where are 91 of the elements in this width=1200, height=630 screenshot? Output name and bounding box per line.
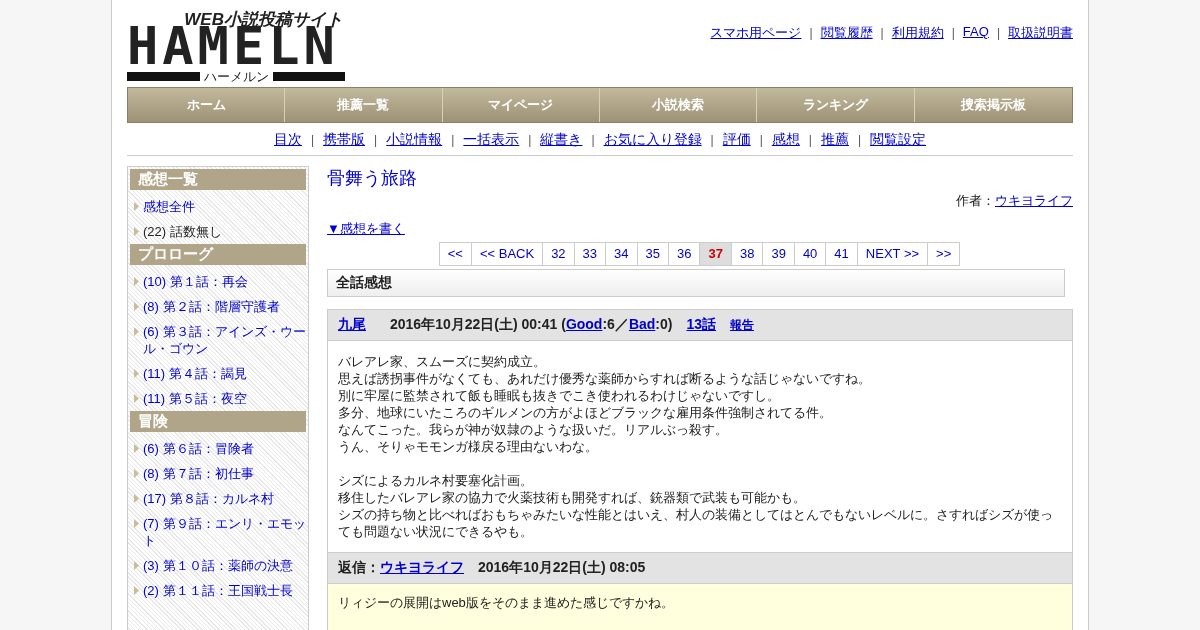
sidebar-link[interactable]: (8) 第２話：階層守護者 [143, 298, 280, 315]
sub-nav-link[interactable]: 目次 [273, 131, 302, 149]
link-separator: | [528, 133, 532, 147]
page-link[interactable]: 36 [668, 242, 701, 266]
link-separator: | [451, 133, 455, 147]
vote-link[interactable]: Good [565, 316, 603, 332]
header-link[interactable]: FAQ [962, 24, 989, 42]
commenter-link[interactable]: 九尾 [338, 316, 366, 334]
sidebar-link[interactable]: (17) 第８話：カルネ村 [143, 490, 274, 507]
author-link[interactable]: ウキヨライフ [995, 192, 1073, 210]
write-review-link[interactable]: ▼感想を書く [327, 221, 405, 236]
sidebar-link[interactable]: (6) 第６話：冒険者 [143, 440, 254, 457]
comment-meta: 2016年10月22日(土) 00:41 (Good:6／Bad:0) [390, 316, 673, 334]
triangle-bullet-icon [134, 444, 139, 453]
page-link[interactable]: 32 [542, 242, 575, 266]
sidebar-link[interactable]: (7) 第９話：エンリ・エモット [143, 515, 306, 549]
sub-nav-link[interactable]: 小説情報 [386, 131, 443, 149]
triangle-bullet-icon [134, 586, 139, 595]
link-separator: | [857, 133, 862, 147]
triangle-bullet-icon [134, 327, 139, 336]
triangle-bullet-icon [134, 302, 139, 311]
comment-line: 移住したバレアレ家の協力で火薬技術も開発すれば、銃器類で武装も可能かも。 [338, 489, 807, 506]
reply-label: 返信： [338, 559, 380, 577]
sub-nav-link[interactable]: 評価 [722, 131, 751, 149]
link-separator: | [374, 133, 378, 147]
sidebar-link[interactable]: (11) 第４話：謁見 [143, 365, 247, 382]
comment-line: バレアレ家、スムーズに契約成立。 [338, 353, 547, 370]
triangle-bullet-icon [134, 394, 139, 403]
page-link[interactable]: 37 [699, 242, 732, 266]
sub-nav-link[interactable]: 推薦 [820, 131, 849, 149]
comment-line: うん、そりゃモモンガ様戻る理由ないわな。 [338, 438, 599, 455]
header-link[interactable]: 取扱説明書 [1008, 24, 1073, 42]
reply-author-link[interactable]: ウキヨライフ [380, 559, 464, 577]
link-separator: | [996, 26, 1000, 40]
sidebar-link[interactable]: (6) 第３話：アインズ・ウール・ゴウン [143, 323, 306, 357]
triangle-bullet-icon [134, 369, 139, 378]
sidebar-link[interactable]: (3) 第１０話：薬師の決意 [143, 557, 293, 574]
link-separator: | [310, 133, 315, 147]
sidebar-link[interactable]: (10) 第１話：再会 [143, 273, 248, 290]
link-separator: | [710, 133, 714, 147]
link-separator: | [880, 26, 884, 40]
triangle-bullet-icon [134, 519, 139, 528]
sidebar-heading: 感想一覧 [130, 169, 306, 190]
sidebar-link[interactable]: (8) 第７話：初仕事 [143, 465, 254, 482]
header-link[interactable]: 利用規約 [891, 24, 944, 42]
sidebar-link[interactable]: (2) 第１１話：王国戦士長 [143, 582, 293, 599]
triangle-bullet-icon [134, 494, 139, 503]
page-link[interactable]: 39 [762, 242, 795, 266]
page-link[interactable]: 41 [825, 242, 858, 266]
report-link[interactable]: 報告 [730, 316, 755, 334]
link-separator: | [951, 26, 955, 40]
page-link[interactable]: 34 [605, 242, 638, 266]
sidebar-heading: 冒険 [130, 411, 306, 432]
vote-link[interactable]: Bad [628, 316, 656, 332]
page-link[interactable]: NEXT >> [856, 242, 929, 266]
header-link[interactable]: スマホ用ページ [710, 24, 802, 42]
author-label: 作者： [956, 192, 995, 210]
reply-text: リィジーの展開はweb版をそのまま進めた感じですかね。 [338, 595, 674, 610]
section-title: 全話感想 [327, 269, 1065, 297]
sub-nav-link[interactable]: 縦書き [540, 131, 583, 149]
novel-title[interactable]: 骨舞う旅路 [327, 166, 417, 190]
sub-nav-link[interactable]: 一括表示 [463, 131, 520, 149]
reply-date: 2016年10月22日(土) 08:05 [478, 559, 646, 577]
sidebar-text: (22) 話数無し [143, 223, 222, 240]
sidebar-link[interactable]: (11) 第５話：夜空 [143, 390, 247, 407]
page-link[interactable]: << [438, 242, 472, 266]
comment-line: 思えば誘拐事件がなくても、あれだけ優秀な薬師からすれば断るような話じゃないですね。 [338, 370, 872, 387]
link-separator: | [759, 133, 763, 147]
episode-link[interactable]: 13話 [686, 316, 717, 334]
page-link[interactable]: << BACK [470, 242, 544, 266]
triangle-bullet-icon [134, 227, 139, 236]
link-separator: | [809, 26, 813, 40]
sub-nav-link[interactable]: お気に入り登録 [603, 131, 702, 149]
triangle-bullet-icon [134, 202, 139, 211]
sub-nav-link[interactable]: 感想 [771, 131, 800, 149]
sidebar-link[interactable]: 感想全件 [143, 198, 195, 215]
comment-line: 多分、地球にいたころのギルメンの方がよほどブラックな雇用条件強制されてる件。 [338, 404, 833, 421]
link-separator: | [808, 133, 812, 147]
comment-line: シズの持ち物と比べればおもちゃみたいな性能とはいえ、村人の装備としてはとんでもないレベルに。さすればシズが使っても問題ない状況にできるやも。 [338, 506, 1054, 540]
link-separator: | [591, 133, 595, 147]
triangle-bullet-icon [134, 469, 139, 478]
page-link[interactable]: >> [927, 242, 961, 266]
sub-nav-link[interactable]: 携帯版 [323, 131, 366, 149]
triangle-bullet-icon [134, 277, 139, 286]
header-link[interactable]: 閲覧履歴 [820, 24, 873, 42]
comment-line: 別に牢屋に監禁されて飯も睡眠も抜きでこき使われるわけじゃないですし。 [338, 387, 781, 404]
sub-nav-link[interactable]: 閲覧設定 [870, 131, 927, 149]
comment-line: シズによるカルネ村要塞化計画。 [338, 472, 534, 489]
sidebar-heading: プロローグ [130, 244, 306, 265]
comment-line: なんてこった。我らが神が奴隷のような扱いだ。リアルぶっ殺す。 [338, 421, 729, 438]
triangle-bullet-icon [134, 561, 139, 570]
